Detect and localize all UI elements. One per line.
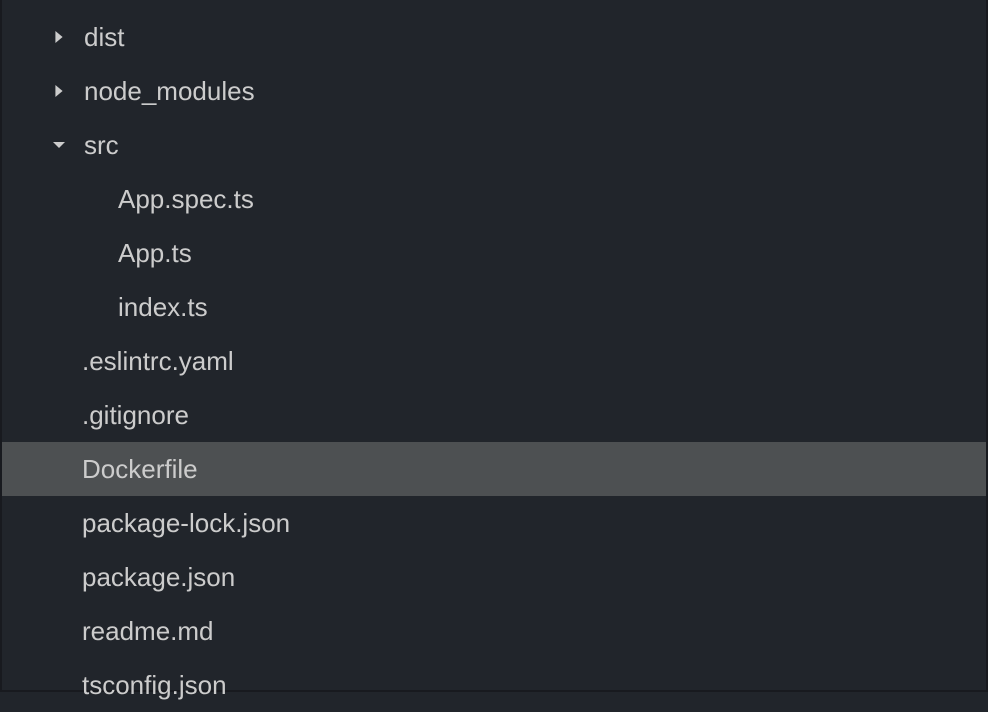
file-item-app-ts[interactable]: App.ts	[2, 226, 986, 280]
file-label: .gitignore	[82, 400, 189, 431]
file-item-gitignore[interactable]: .gitignore	[2, 388, 986, 442]
folder-label: src	[84, 130, 119, 161]
folder-label: node_modules	[84, 76, 255, 107]
file-label: index.ts	[118, 292, 208, 323]
file-item-package-lock[interactable]: package-lock.json	[2, 496, 986, 550]
file-label: Dockerfile	[82, 454, 198, 485]
chevron-right-icon	[52, 30, 66, 44]
file-item-readme[interactable]: readme.md	[2, 604, 986, 658]
file-label: App.spec.ts	[118, 184, 254, 215]
file-label: tsconfig.json	[82, 670, 227, 701]
folder-item-src[interactable]: src	[2, 118, 986, 172]
file-item-package-json[interactable]: package.json	[2, 550, 986, 604]
file-explorer-tree: dist node_modules src App.spec.ts App.ts…	[2, 0, 986, 712]
file-label: package-lock.json	[82, 508, 290, 539]
file-item-dockerfile[interactable]: Dockerfile	[2, 442, 986, 496]
file-item-tsconfig[interactable]: tsconfig.json	[2, 658, 986, 712]
chevron-down-icon	[52, 138, 66, 152]
file-label: readme.md	[82, 616, 214, 647]
folder-label: dist	[84, 22, 124, 53]
file-label: package.json	[82, 562, 235, 593]
file-label: App.ts	[118, 238, 192, 269]
chevron-right-icon	[52, 84, 66, 98]
file-item-index-ts[interactable]: index.ts	[2, 280, 986, 334]
folder-item-dist[interactable]: dist	[2, 10, 986, 64]
file-label: .eslintrc.yaml	[82, 346, 234, 377]
file-item-eslintrc[interactable]: .eslintrc.yaml	[2, 334, 986, 388]
file-item-app-spec-ts[interactable]: App.spec.ts	[2, 172, 986, 226]
folder-item-node-modules[interactable]: node_modules	[2, 64, 986, 118]
